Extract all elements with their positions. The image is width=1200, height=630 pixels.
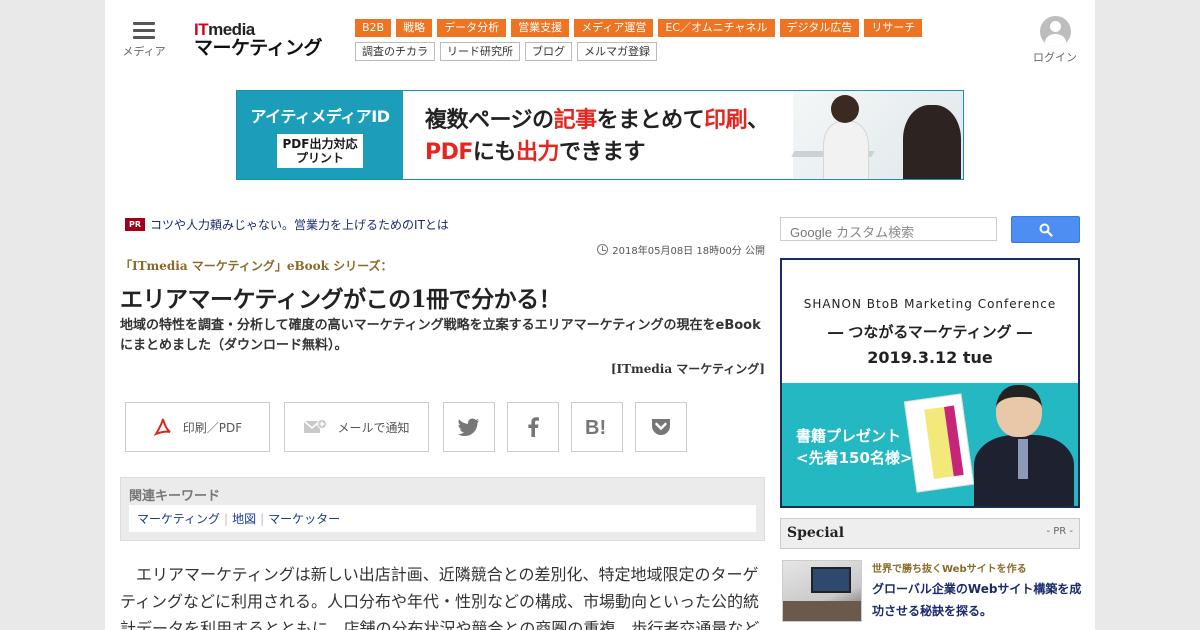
keyword-list: マーケティング | 地図 | マーケッター (129, 505, 756, 532)
conference-ad-visual: 書籍プレゼント <先着150名様> (782, 383, 1078, 506)
series-label: 「ITmedia マーケティング」eBook シリーズ： (120, 259, 393, 273)
banner-text-highlight: 印刷 (704, 108, 748, 133)
menu-label: メディア (122, 45, 166, 58)
facebook-share-button[interactable] (507, 402, 559, 452)
print-pdf-button[interactable]: 印刷／PDF (125, 402, 270, 452)
banner-text: 複数ページの (425, 108, 554, 133)
special-title: Special (787, 525, 845, 541)
nav-newsletter[interactable]: メルマガ登録 (577, 42, 657, 61)
banner-brand-panel: アイティメディアID PDF出力対応 プリント (237, 91, 403, 179)
clock-icon (597, 244, 609, 255)
facebook-icon (528, 417, 539, 437)
conference-name: SHANON BtoB Marketing Conference (803, 297, 1057, 311)
mail-plus-icon (303, 419, 328, 433)
banner-copy-line1: 複数ページの記事をまとめて印刷、 (425, 105, 793, 137)
menu-button[interactable]: メディア (119, 18, 169, 59)
nav-media-operation[interactable]: メディア運営 (574, 19, 654, 37)
svg-text:B!: B! (585, 417, 606, 437)
related-keywords-heading: 関連キーワード (129, 489, 221, 504)
nav-survey[interactable]: 調査のチカラ (355, 42, 435, 61)
book-gift-line2: <先着150名様> (796, 449, 913, 467)
banner-badge-line1: PDF出力対応 (282, 137, 358, 151)
mail-notify-button[interactable]: メールで通知 (284, 402, 429, 452)
book-gift-text: 書籍プレゼント <先着150名様> (796, 425, 912, 469)
nav-data-analysis[interactable]: データ分析 (437, 19, 507, 37)
google-wordmark: Google (790, 225, 832, 240)
special-pr-label: - PR - (1046, 526, 1073, 537)
hatena-bookmark-icon: B! (585, 417, 606, 437)
keyword-link[interactable]: マーケッター (268, 510, 340, 527)
pr-badge: PR (125, 218, 146, 231)
login-button[interactable]: ログイン (1030, 16, 1080, 65)
search-placeholder: カスタム検索 (836, 226, 915, 241)
related-keywords: 関連キーワード マーケティング | 地図 | マーケッター (120, 477, 765, 541)
search-icon (1039, 223, 1053, 237)
banner-text-highlight: 記事 (553, 108, 598, 133)
conference-ad[interactable]: SHANON BtoB Marketing Conference ― つながるマ… (780, 258, 1080, 508)
nav-digital-ads[interactable]: デジタル広告 (779, 19, 860, 37)
special-item-thumbnail (782, 560, 862, 622)
mail-notify-label: メールで通知 (337, 420, 410, 435)
special-item-title: グローバル企業のWebサイト構築を成功させる秘訣を探る。 (872, 582, 1082, 618)
banner-text: にも (472, 140, 517, 165)
nav-b2b[interactable]: B2B (355, 19, 392, 37)
article-byline: [ITmedia マーケティング] (610, 362, 765, 376)
article-lead: 地域の特性を調査・分析して確度の高いマーケティング戦略を立案するエリアマーケティ… (120, 318, 761, 353)
book-gift-line1: 書籍プレゼント (796, 427, 902, 445)
conference-ad-header: SHANON BtoB Marketing Conference ― つながるマ… (782, 260, 1078, 383)
nav-ec-omnichannel[interactable]: EC／オムニチャネル (658, 19, 775, 37)
banner-text: をまとめて (596, 108, 705, 133)
site-logo[interactable]: ITmedia マーケティング (194, 21, 322, 58)
keyword-link[interactable]: マーケティング (137, 510, 220, 527)
banner-copy-line2: PDFにも出力できます (425, 137, 793, 169)
publish-date-text: 2018年05月08日 18時00分 公開 (612, 246, 765, 257)
nav-sales-support[interactable]: 営業支援 (511, 19, 570, 37)
publish-date: 2018年05月08日 18時00分 公開 (597, 242, 765, 257)
page: メディア ITmedia マーケティング B2B 戦略 データ分析 営業支援 メ… (105, 0, 1095, 630)
special-item-kicker: 世界で勝ち抜くWebサイトを作る (872, 564, 1027, 575)
special-item[interactable]: 世界で勝ち抜くWebサイトを作る グローバル企業のWebサイト構築を成功させる秘… (780, 558, 1082, 630)
search-button[interactable] (1011, 216, 1080, 243)
custom-search-input[interactable]: Google カスタム検索 (780, 217, 997, 241)
pr-link-text: コツや人力頼みじゃない。営業力を上げるためのITとは (150, 218, 449, 232)
keyword-separator: | (260, 511, 265, 526)
banner-badge: PDF出力対応 プリント (277, 134, 363, 168)
pocket-icon (652, 419, 670, 435)
nav-strategy[interactable]: 戦略 (396, 19, 433, 37)
banner-text: 、 (747, 108, 769, 133)
banner-text-highlight: PDF (425, 140, 473, 165)
primary-nav: B2B 戦略 データ分析 営業支援 メディア運営 EC／オムニチャネル デジタル… (355, 19, 923, 37)
twitter-share-button[interactable] (443, 402, 495, 452)
banner-photo (791, 91, 963, 179)
hamburger-icon (133, 22, 155, 39)
article-title: エリアマーケティングがこの1冊で分かる！ (120, 286, 562, 313)
keyword-link[interactable]: 地図 (232, 510, 256, 527)
banner-badge-line2: プリント (295, 151, 344, 165)
banner-text: できます (558, 140, 646, 165)
book-cover-image (903, 393, 975, 493)
pocket-save-button[interactable] (635, 402, 687, 452)
conference-date: 2019.3.12 tue (867, 348, 993, 367)
print-pdf-banner[interactable]: アイティメディアID PDF出力対応 プリント 複数ページの記事をまとめて印刷、… (236, 90, 964, 180)
pr-link[interactable]: PR コツや人力頼みじゃない。営業力を上げるためのITとは (125, 216, 449, 233)
pdf-icon (153, 418, 171, 437)
banner-text-highlight: 出力 (515, 140, 560, 165)
user-avatar-icon (1039, 16, 1071, 47)
print-pdf-label: 印刷／PDF (182, 420, 243, 435)
banner-brand: アイティメディアID (250, 107, 390, 126)
hatena-bookmark-button[interactable]: B! (571, 402, 623, 452)
nav-lead-lab[interactable]: リード研究所 (440, 42, 520, 61)
nav-research[interactable]: リサーチ (864, 19, 923, 37)
secondary-nav: 調査のチカラ リード研究所 ブログ メルマガ登録 (355, 42, 657, 61)
nav-blog[interactable]: ブログ (525, 42, 572, 61)
login-label: ログイン (1033, 51, 1077, 64)
keyword-separator: | (224, 511, 229, 526)
logo-marketing: マーケティング (194, 37, 322, 59)
article-body: エリアマーケティングは新しい出店計画、近隣競合との差別化、特定地域限定のターゲテ… (120, 565, 760, 630)
banner-copy: 複数ページの記事をまとめて印刷、 PDFにも出力できます (403, 91, 793, 179)
twitter-icon (458, 418, 479, 436)
conference-tagline: ― つながるマーケティング ― (828, 323, 1032, 341)
special-section-header: Special - PR - (780, 518, 1080, 549)
